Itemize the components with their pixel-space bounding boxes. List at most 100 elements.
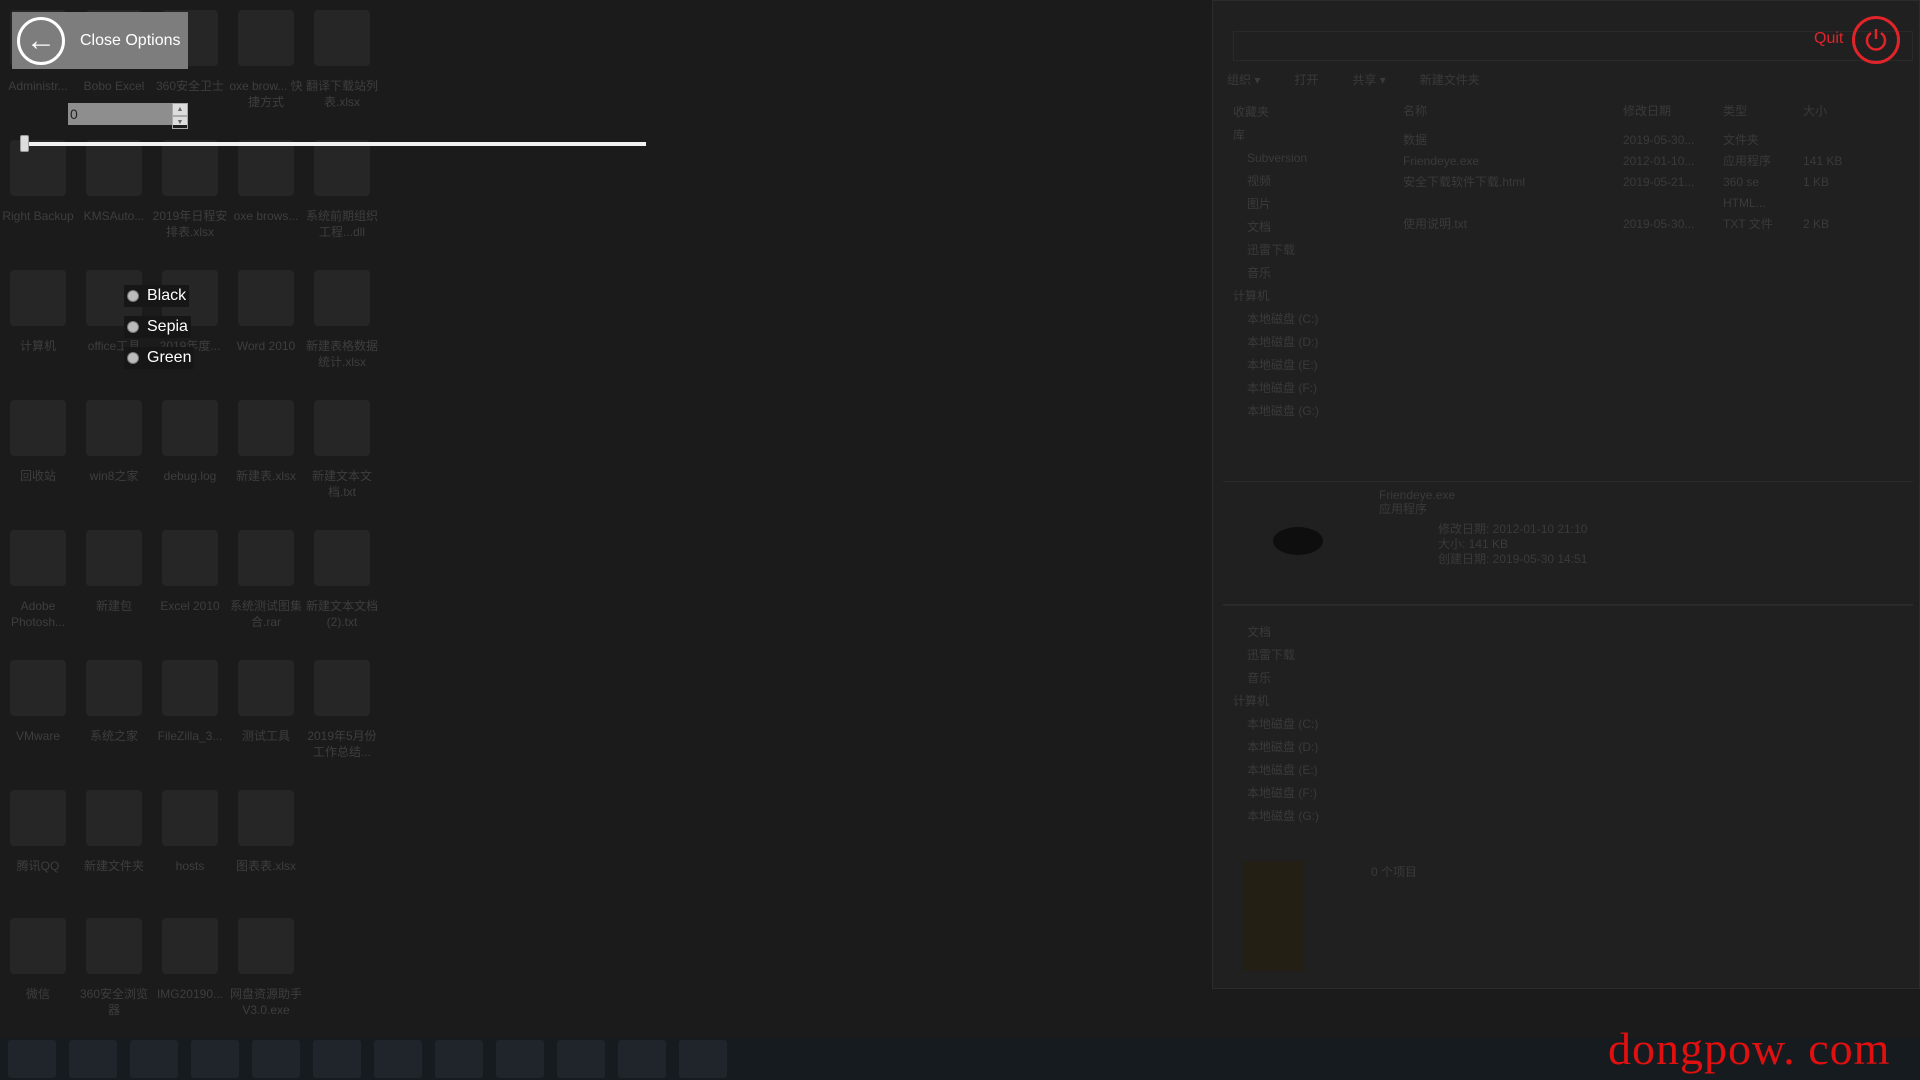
desktop-icon[interactable]: 2019年5月份工作总结... xyxy=(304,660,380,760)
taskbar-app-button[interactable] xyxy=(374,1040,422,1078)
nav-item[interactable]: Subversion xyxy=(1233,147,1383,170)
desktop-icon[interactable]: oxe brows... xyxy=(228,140,304,224)
nav-item[interactable]: 本地磁盘 (E:) xyxy=(1233,759,1383,782)
nav-item[interactable]: 本地磁盘 (F:) xyxy=(1233,377,1383,400)
spin-down-button[interactable]: ▼ xyxy=(172,116,188,129)
radio-dot[interactable] xyxy=(127,352,139,364)
desktop-icon[interactable]: 新建文本文档(2).txt xyxy=(304,530,380,630)
spin-input[interactable] xyxy=(68,103,172,125)
desktop-icon[interactable]: 回收站 xyxy=(0,400,76,484)
desktop-icon[interactable]: 新建表格数据统计.xlsx xyxy=(304,270,380,370)
radio-dot[interactable] xyxy=(127,321,139,333)
desktop-icon[interactable]: KMSAuto... xyxy=(76,140,152,224)
slider-track[interactable] xyxy=(22,142,646,146)
nav-item[interactable]: 文档 xyxy=(1233,216,1383,239)
nav-item[interactable]: 音乐 xyxy=(1233,262,1383,285)
taskbar-app-button[interactable] xyxy=(557,1040,605,1078)
nav-item[interactable]: 图片 xyxy=(1233,193,1383,216)
nav-item[interactable]: 收藏夹 xyxy=(1233,101,1383,124)
nav-item[interactable]: 迅雷下载 xyxy=(1233,239,1383,262)
desktop-icon[interactable]: IMG20190... xyxy=(152,918,228,1002)
desktop-icon[interactable]: 计算机 xyxy=(0,270,76,354)
power-icon[interactable] xyxy=(1852,16,1900,64)
desktop-icon[interactable]: 腾讯QQ xyxy=(0,790,76,874)
file-row[interactable]: 数据 2019-05-30... 文件夹 xyxy=(1403,130,1903,151)
desktop-icon[interactable]: 系统之家 xyxy=(76,660,152,744)
radio-dot[interactable] xyxy=(127,290,139,302)
column-header[interactable]: 类型 xyxy=(1723,101,1803,122)
taskbar-app-button[interactable] xyxy=(679,1040,727,1078)
desktop-icon[interactable]: 测试工具 xyxy=(228,660,304,744)
desktop-icon-label: VMware xyxy=(15,729,60,743)
spin-up-button[interactable]: ▲ xyxy=(172,103,188,116)
taskbar-app-button[interactable] xyxy=(435,1040,483,1078)
nav-item[interactable]: 文档 xyxy=(1233,621,1383,644)
desktop-icon[interactable]: 图表表.xlsx xyxy=(228,790,304,874)
desktop-icon[interactable]: Adobe Photosh... xyxy=(0,530,76,630)
nav-item[interactable]: 本地磁盘 (C:) xyxy=(1233,308,1383,331)
toolbar-item[interactable]: 组织 ▾ xyxy=(1227,71,1260,88)
value-spinbox[interactable]: ▲▼ xyxy=(68,103,188,129)
desktop-icon[interactable]: office工具 xyxy=(76,270,152,354)
taskbar-app-button[interactable] xyxy=(496,1040,544,1078)
file-row[interactable]: 使用说明.txt 2019-05-30... TXT 文件 2 KB xyxy=(1403,214,1903,235)
desktop-icon[interactable]: 新建文件夹 xyxy=(76,790,152,874)
toolbar-item[interactable]: 新建文件夹 xyxy=(1420,71,1480,88)
nav-item[interactable]: 本地磁盘 (C:) xyxy=(1233,713,1383,736)
desktop-icon[interactable]: 微信 xyxy=(0,918,76,1002)
column-header[interactable]: 大小 xyxy=(1803,101,1863,122)
desktop-icon[interactable]: oxe brow... 快捷方式 xyxy=(228,10,304,110)
taskbar-app-button[interactable] xyxy=(252,1040,300,1078)
desktop-icon[interactable]: 新建文本文档.txt xyxy=(304,400,380,500)
desktop-icon[interactable]: 新建包 xyxy=(76,530,152,614)
desktop-icon[interactable]: 系统前期组织工程...dll xyxy=(304,140,380,240)
nav-item[interactable]: 库 xyxy=(1233,124,1383,147)
theme-radio-green[interactable]: Green xyxy=(124,347,195,369)
nav-item[interactable]: 本地磁盘 (F:) xyxy=(1233,782,1383,805)
toolbar-item[interactable]: 打开 xyxy=(1294,71,1318,88)
nav-item[interactable]: 本地磁盘 (E:) xyxy=(1233,354,1383,377)
desktop-icon[interactable]: 翻译下载站列表.xlsx xyxy=(304,10,380,110)
nav-item[interactable]: 计算机 xyxy=(1233,690,1383,713)
desktop-icon[interactable]: VMware xyxy=(0,660,76,744)
desktop-icon[interactable]: 网盘资源助手V3.0.exe xyxy=(228,918,304,1018)
theme-radio-sepia[interactable]: Sepia xyxy=(124,316,191,338)
desktop-icon[interactable]: Right Backup xyxy=(0,140,76,224)
close-options-button[interactable]: ← Close Options xyxy=(12,12,188,69)
file-row[interactable]: 安全下载软件下载.html 2019-05-21... 360 se HTML...… xyxy=(1403,172,1903,214)
taskbar-app-button[interactable] xyxy=(313,1040,361,1078)
taskbar-app-button[interactable] xyxy=(191,1040,239,1078)
desktop-icon[interactable]: Word 2010 xyxy=(228,270,304,354)
theme-radio-black[interactable]: Black xyxy=(124,285,190,307)
nav-item[interactable]: 本地磁盘 (D:) xyxy=(1233,736,1383,759)
taskbar-app-button[interactable] xyxy=(69,1040,117,1078)
nav-item[interactable]: 本地磁盘 (D:) xyxy=(1233,331,1383,354)
column-header[interactable]: 名称 xyxy=(1403,101,1623,122)
nav-item[interactable]: 音乐 xyxy=(1233,667,1383,690)
desktop-icon[interactable]: debug.log xyxy=(152,400,228,484)
desktop-icon[interactable]: Excel 2010 xyxy=(152,530,228,614)
taskbar-app-button[interactable] xyxy=(618,1040,666,1078)
file-row[interactable]: Friendeye.exe 2012-01-10... 应用程序 141 KB xyxy=(1403,151,1903,172)
nav-item[interactable]: 本地磁盘 (G:) xyxy=(1233,805,1383,828)
desktop-icon[interactable]: 系统测试图集合.rar xyxy=(228,530,304,630)
slider-thumb[interactable] xyxy=(20,135,29,152)
file-cell: 使用说明.txt xyxy=(1403,217,1468,231)
desktop-icon[interactable]: 360安全浏览器 xyxy=(76,918,152,1018)
desktop-icon[interactable]: FileZilla_3... xyxy=(152,660,228,744)
nav-item[interactable]: 计算机 xyxy=(1233,285,1383,308)
taskbar-app-button[interactable] xyxy=(8,1040,56,1078)
desktop-icon[interactable]: hosts xyxy=(152,790,228,874)
taskbar-app-button[interactable] xyxy=(130,1040,178,1078)
nav-item[interactable]: 视频 xyxy=(1233,170,1383,193)
desktop-icon[interactable]: win8之家 xyxy=(76,400,152,484)
desktop-icon[interactable]: 2019年日程安排表.xlsx xyxy=(152,140,228,240)
nav-item[interactable]: 本地磁盘 (G:) xyxy=(1233,400,1383,423)
file-icon xyxy=(162,140,218,196)
desktop-icon[interactable]: 新建表.xlsx xyxy=(228,400,304,484)
nav-item[interactable]: 迅雷下载 xyxy=(1233,644,1383,667)
toolbar-item[interactable]: 共享 ▾ xyxy=(1352,71,1385,88)
column-header[interactable]: 修改日期 xyxy=(1623,101,1723,122)
desktop-icon[interactable]: 2019年度... xyxy=(152,270,228,354)
quit-label[interactable]: Quit xyxy=(1814,30,1843,48)
